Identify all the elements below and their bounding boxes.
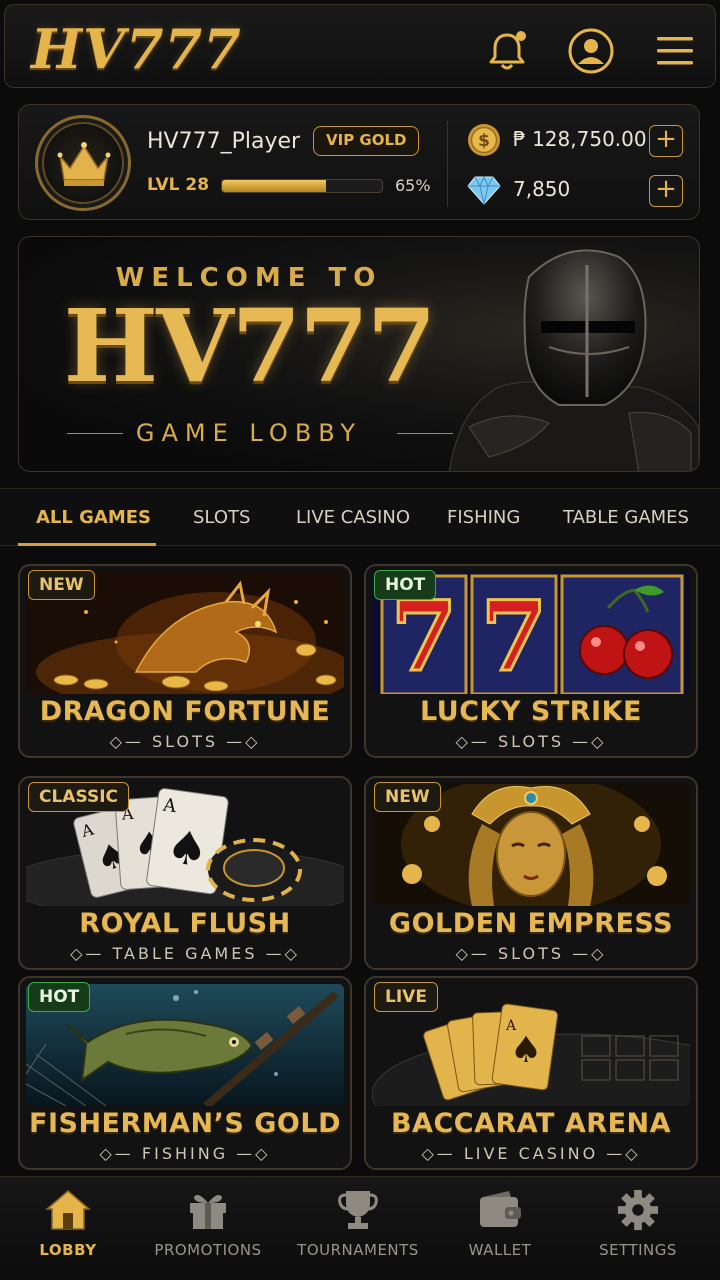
game-category: ◇— SLOTS —◇: [109, 732, 261, 751]
tab-slots[interactable]: SLOTS: [193, 507, 250, 528]
level-progress-bar: [221, 179, 383, 193]
diamond-icon: [467, 175, 501, 205]
nav-settings[interactable]: SETTINGS: [590, 1177, 686, 1280]
game-badge: CLASSIC: [28, 782, 129, 812]
menu-icon[interactable]: [653, 27, 701, 75]
game-badge: NEW: [374, 782, 441, 812]
game-badge: HOT: [374, 570, 437, 600]
gift-icon: [190, 1195, 226, 1229]
player-profile-panel: HV777_Player VIP GOLD LVL 28 65% $ ₱ 128…: [18, 104, 700, 220]
game-card-lucky-strike[interactable]: 7 7 HOT LUCKY STRIKE ◇— SLOTS —◇: [364, 564, 698, 758]
game-title: ROYAL FLUSH: [79, 908, 291, 939]
game-title: GOLDEN EMPRESS: [388, 908, 674, 939]
nav-lobby[interactable]: LOBBY: [20, 1177, 116, 1280]
game-title: FISHERMAN’S GOLD: [29, 1108, 341, 1139]
top-header: HV777: [4, 4, 716, 88]
nav-wallet[interactable]: WALLET: [452, 1177, 548, 1280]
game-badge: NEW: [28, 570, 95, 600]
wallet-icon: [480, 1191, 521, 1227]
tab-fishing[interactable]: FISHING: [447, 507, 520, 528]
gems-amount: 7,850: [513, 177, 571, 201]
active-tab-indicator: [18, 543, 156, 546]
avatar[interactable]: [35, 115, 131, 211]
tab-all-games[interactable]: ALL GAMES: [36, 507, 151, 528]
banner-title: HV777: [63, 287, 437, 405]
add-gems-button[interactable]: +: [649, 175, 683, 207]
game-card-dragon-fortune[interactable]: NEW DRAGON FORTUNE ◇— SLOTS —◇: [18, 564, 352, 758]
gear-icon: [617, 1189, 659, 1231]
coin-icon: $: [468, 124, 500, 156]
game-title: LUCKY STRIKE: [420, 696, 642, 727]
game-title: BACCARAT ARENA: [390, 1108, 672, 1139]
game-category-tabs: ALL GAMES SLOTS LIVE CASINO FISHING TABL…: [0, 488, 720, 546]
game-card-royal-flush[interactable]: A ♠ A ♠ A ♠ CLASSIC ROYAL FLUSH ◇— TABLE GA…: [18, 776, 352, 970]
game-badge: LIVE: [374, 982, 438, 1012]
level-progress-label: 65%: [395, 176, 431, 195]
svg-text:♠: ♠: [163, 819, 211, 878]
username: HV777_Player: [147, 129, 301, 154]
tab-live-casino[interactable]: LIVE CASINO: [296, 507, 410, 528]
vip-badge: VIP GOLD: [313, 126, 420, 156]
game-category: ◇— SLOTS —◇: [455, 944, 607, 963]
game-category: ◇— TABLE GAMES —◇: [70, 944, 300, 963]
bell-icon[interactable]: [483, 27, 531, 75]
balance-amount: ₱ 128,750.00: [513, 127, 647, 151]
game-badge: HOT: [28, 982, 91, 1012]
svg-text:A: A: [505, 1018, 517, 1034]
level-progress-fill: [222, 180, 326, 192]
divider: [447, 121, 448, 207]
game-card-golden-empress[interactable]: NEW GOLDEN EMPRESS ◇— SLOTS —◇: [364, 776, 698, 970]
game-category: ◇— FISHING —◇: [99, 1144, 271, 1163]
player-level: LVL 28: [147, 175, 210, 195]
svg-text:♠: ♠: [510, 1030, 542, 1071]
add-balance-button[interactable]: +: [649, 125, 683, 157]
welcome-banner[interactable]: WELCOME TO HV777 GAME LOBBY: [18, 236, 700, 472]
bottom-navigation: LOBBY PROMOTIONS TOURNAMENTS WALLET SETT…: [0, 1176, 720, 1280]
nav-promotions[interactable]: PROMOTIONS: [150, 1177, 266, 1280]
crown-icon: [57, 142, 111, 186]
game-card-baccarat-arena[interactable]: ♠ A LIVE BACCARAT ARENA ◇— LIVE CASINO —…: [364, 976, 698, 1170]
game-title: DRAGON FORTUNE: [39, 696, 331, 727]
app-logo[interactable]: HV777: [31, 17, 242, 81]
tab-table-games[interactable]: TABLE GAMES: [563, 507, 689, 528]
trophy-icon: [338, 1191, 378, 1229]
game-card-fishermans-gold[interactable]: HOT FISHERMAN’S GOLD ◇— FISHING —◇: [18, 976, 352, 1170]
nav-tournaments[interactable]: TOURNAMENTS: [296, 1177, 420, 1280]
game-category: ◇— SLOTS —◇: [455, 732, 607, 751]
home-icon: [45, 1190, 91, 1230]
knight-illustration: [448, 249, 699, 471]
svg-text:$: $: [478, 131, 490, 151]
svg-text:7: 7: [481, 580, 548, 693]
user-icon[interactable]: [567, 27, 615, 75]
game-category: ◇— LIVE CASINO —◇: [421, 1144, 641, 1163]
